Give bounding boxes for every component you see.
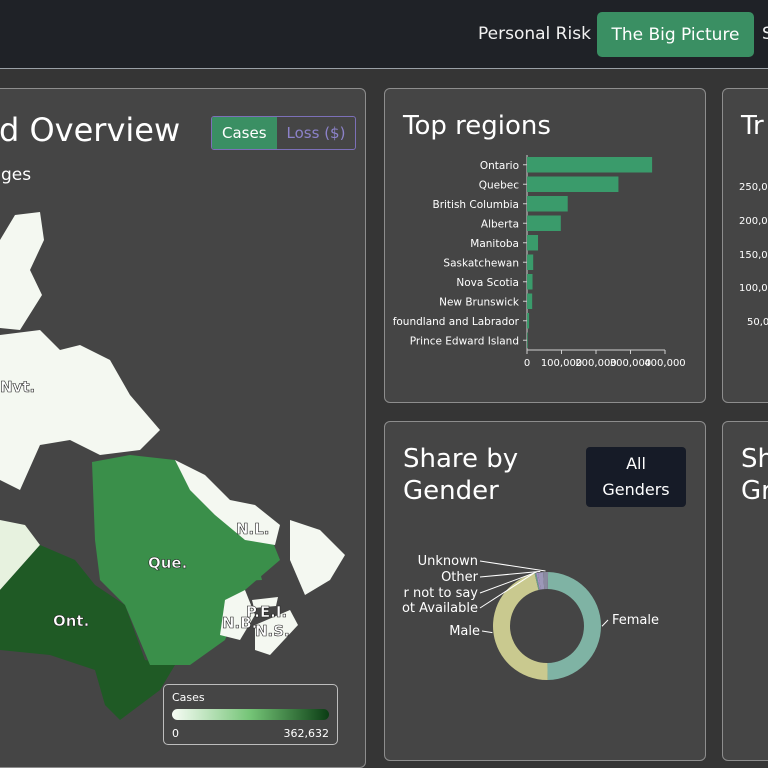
bar-category-label: Alberta: [481, 218, 519, 230]
bar-category-label: Nova Scotia: [456, 277, 519, 289]
canada-map: Nvt. Que. Ont. N.L. P.E.I. N.B. N.S.: [0, 212, 345, 720]
bar[interactable]: [527, 235, 539, 251]
bar-category-label: Saskatchewan: [443, 257, 519, 269]
map-label-ontario: Ont.: [53, 612, 89, 630]
gender-filter-button[interactable]: All Genders: [586, 447, 686, 507]
trend-title: Tr: [741, 111, 764, 141]
legend-max: 362,632: [283, 727, 330, 740]
bar[interactable]: [527, 215, 561, 232]
top-regions-card: Top regions Ontario Quebec British Columbi…: [384, 88, 706, 403]
map-legend: Cases 0 362,632: [163, 684, 338, 745]
map-region-newfoundland-island[interactable]: [290, 520, 345, 595]
map-region-nunavut-islands[interactable]: [0, 212, 44, 330]
map-label-nova-scotia: N.S.: [255, 622, 290, 640]
donut-label-leader: [481, 630, 493, 634]
map-label-new-brunswick: N.B.: [222, 614, 257, 632]
donut-label: ot Available: [402, 601, 478, 616]
nav-next-partial[interactable]: S: [762, 24, 768, 44]
legend-min: 0: [172, 727, 179, 740]
donut-label: Other: [441, 570, 479, 585]
bar-category-label: New Brunswick: [439, 296, 520, 308]
trend-card: Tr 250,00 200,00 150,00 100,00 50,00: [722, 88, 768, 403]
bar[interactable]: [527, 313, 530, 329]
trend-ytick: 50,00: [747, 317, 768, 329]
top-regions-title: Top regions: [403, 111, 551, 141]
legend-gradient: [172, 709, 329, 720]
toggle-cases-button[interactable]: Cases: [212, 117, 277, 149]
nav-big-picture[interactable]: The Big Picture: [597, 12, 754, 57]
legend-title: Cases: [172, 691, 205, 704]
bar-category-label: Quebec: [479, 179, 520, 191]
bar[interactable]: [527, 176, 619, 193]
bar[interactable]: [527, 196, 568, 212]
bar-x-tick-label: 0: [524, 358, 530, 369]
share-group-title-line1: Sh: [741, 444, 768, 474]
trend-yticks: 250,00 200,00 150,00 100,00 50,00: [739, 171, 768, 340]
trend-ytick: 200,00: [739, 215, 768, 227]
bar-x-tick-label: 400,000: [644, 358, 685, 369]
bar-category-label: Prince Edward Island: [410, 335, 519, 347]
bar[interactable]: [527, 157, 653, 173]
bar-category-label: Manitoba: [470, 238, 519, 250]
map-label-newfoundland: N.L.: [236, 520, 270, 538]
overview-title: d Overview: [0, 111, 181, 149]
bar[interactable]: [527, 254, 534, 271]
gender-filter-line1: All: [626, 454, 646, 473]
donut-label-leader: [479, 560, 546, 572]
share-group-card: Sh Gr: [722, 421, 768, 761]
gender-title-line2: Gender: [403, 476, 499, 506]
top-navigation-bar: Personal Risk The Big Picture S: [0, 0, 768, 69]
bar[interactable]: [527, 332, 528, 349]
toggle-loss-button[interactable]: Loss ($): [277, 117, 356, 149]
gender-donut-chart: Female Male ot Availabler not to sayOtherU…: [402, 554, 659, 680]
nav-personal-risk[interactable]: Personal Risk: [478, 24, 591, 44]
trend-ytick: 150,00: [739, 249, 768, 261]
share-group-title-line2: Gr: [741, 476, 768, 506]
cases-loss-toggle: Cases Loss ($): [211, 116, 357, 150]
donut-label-leader: [601, 619, 609, 627]
donut-label: Male: [449, 624, 480, 639]
top-regions-bar-chart: Ontario Quebec British Columbia Alberta Mani…: [393, 155, 686, 369]
gender-filter-line2: Genders: [602, 480, 670, 499]
donut-label: r not to say: [403, 586, 478, 601]
trend-ytick: 100,00: [739, 283, 768, 295]
bar[interactable]: [527, 293, 533, 310]
donut-label: Unknown: [418, 554, 478, 569]
bar[interactable]: [527, 274, 533, 290]
bar-category-label: British Columbia: [432, 199, 519, 211]
map-label-nunavut: Nvt.: [0, 378, 35, 396]
gender-title-line1: Share by: [403, 444, 519, 474]
bar-category-label: Ontario: [480, 160, 519, 172]
bar-category-label: foundland and Labrador: [393, 316, 520, 328]
donut-slice[interactable]: [547, 572, 601, 680]
donut-label: Female: [612, 613, 659, 628]
overview-subtitle: ges: [1, 165, 32, 185]
map-label-quebec: Que.: [148, 554, 187, 572]
trend-ytick: 250,00: [739, 182, 768, 193]
